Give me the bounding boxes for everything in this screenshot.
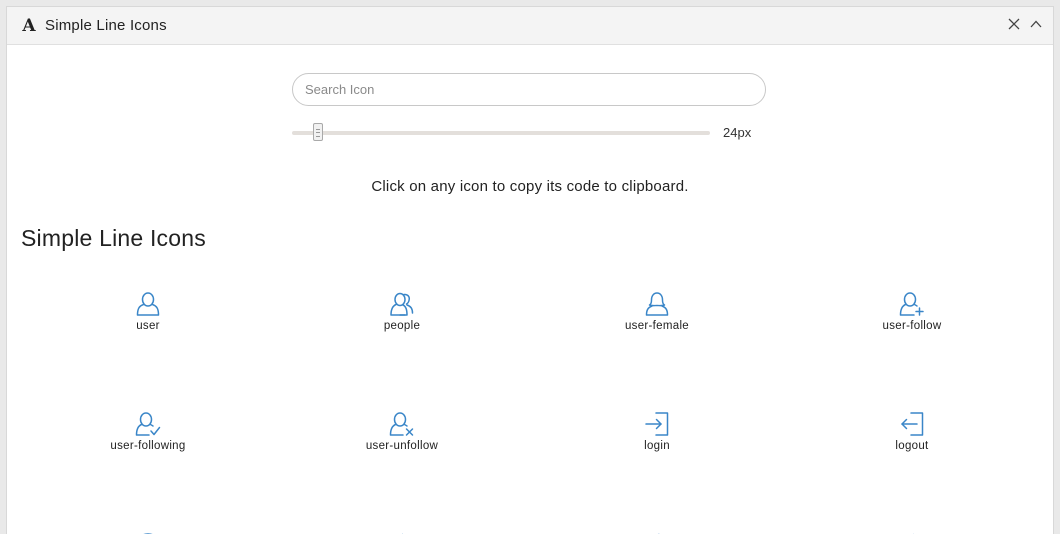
user-female-icon (645, 292, 669, 316)
icon-size-slider[interactable] (292, 123, 712, 143)
logout-icon (901, 412, 924, 436)
icon-label: login (644, 440, 670, 452)
icon-item-user-follow[interactable]: user-follow (785, 291, 1039, 332)
icon-label: user-unfollow (365, 440, 439, 452)
app-logo-icon: A (22, 15, 36, 36)
user-following-icon (135, 412, 161, 436)
icon-item-partial[interactable] (785, 529, 1039, 534)
main-content: 24px Click on any icon to copy its code … (7, 45, 1053, 534)
window-title: Simple Line Icons (45, 17, 167, 34)
people-icon (390, 292, 414, 316)
icon-item-partial[interactable] (21, 529, 275, 534)
icon-label: people (383, 320, 421, 332)
slider-handle[interactable] (313, 123, 323, 141)
icon-label: user-follow (882, 320, 942, 332)
chevron-up-icon[interactable] (1029, 16, 1043, 32)
icon-item-user-following[interactable]: user-following (21, 411, 275, 452)
user-icon (136, 292, 160, 316)
icon-item-logout[interactable]: logout (785, 411, 1039, 452)
search-input[interactable] (292, 73, 766, 106)
user-unfollow-icon (389, 412, 414, 436)
icon-item-user-unfollow[interactable]: user-unfollow (275, 411, 529, 452)
partial-icon (143, 533, 153, 534)
close-icon[interactable] (1007, 16, 1021, 32)
section-title: Simple Line Icons (21, 225, 206, 251)
copy-hint-text: Click on any icon to copy its code to cl… (371, 178, 689, 195)
search-box (292, 73, 766, 106)
icon-item-user[interactable]: user (21, 291, 275, 332)
icon-item-login[interactable]: login (530, 411, 784, 452)
icon-item-partial[interactable] (530, 529, 784, 534)
title-bar: A Simple Line Icons (7, 7, 1053, 45)
icon-label: user-female (624, 320, 690, 332)
user-follow-icon (899, 292, 924, 316)
icon-label: logout (895, 440, 929, 452)
slider-track[interactable] (292, 131, 710, 135)
window-controls (1007, 16, 1043, 32)
icon-size-value: 24px (723, 125, 752, 140)
icon-label: user-following (110, 440, 186, 452)
partial-icon (657, 533, 660, 534)
icon-item-people[interactable]: people (275, 291, 529, 332)
partial-icon (402, 533, 403, 534)
icon-item-user-female[interactable]: user-female (530, 291, 784, 332)
partial-icon (913, 533, 914, 534)
icon-label: user (136, 320, 160, 332)
icon-item-partial[interactable] (275, 529, 529, 534)
login-icon (645, 412, 669, 436)
app-window: A Simple Line Icons 24px Click on any ic… (6, 6, 1054, 534)
